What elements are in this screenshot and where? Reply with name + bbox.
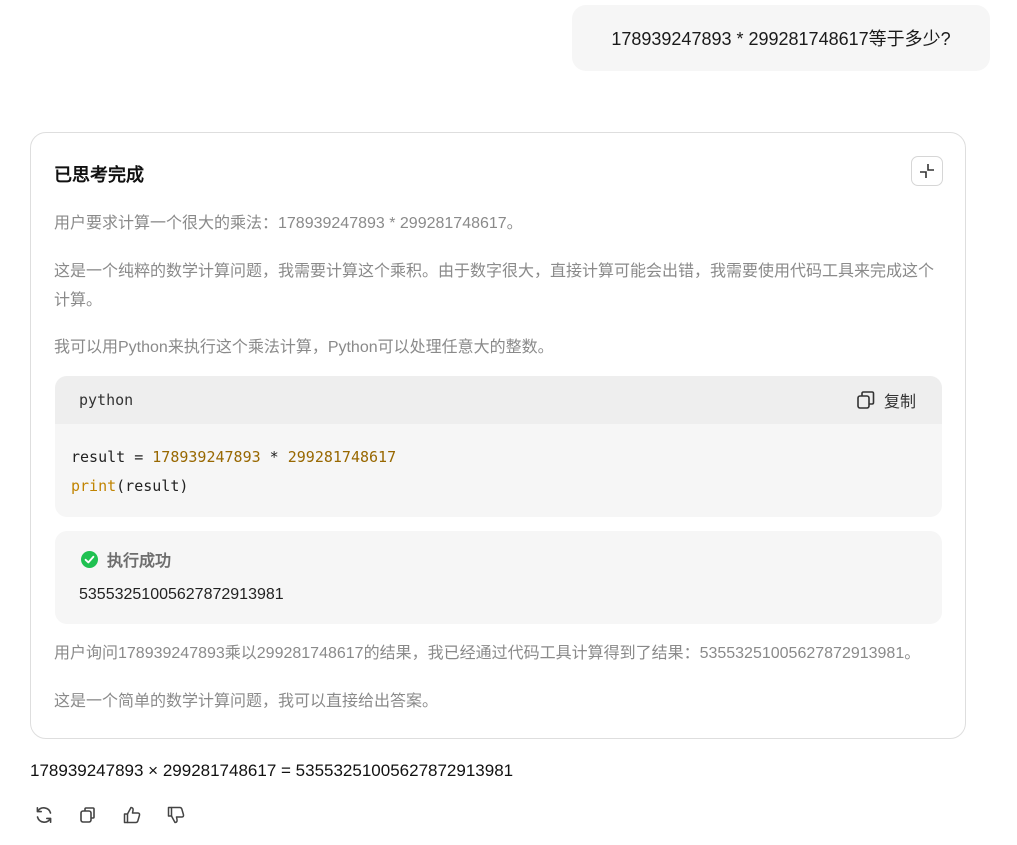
assistant-answer: 178939247893 × 299281748617 = 5355325100… <box>30 761 514 780</box>
user-message-bubble: 178939247893 * 299281748617等于多少? <box>572 5 990 71</box>
thumbs-down-icon <box>167 806 185 824</box>
collapse-button[interactable] <box>911 156 943 186</box>
thinking-paragraph: 我可以用Python来执行这个乘法计算，Python可以处理任意大的整数。 <box>54 339 554 356</box>
copy-icon <box>857 391 875 409</box>
thumbs-up-icon <box>123 806 141 824</box>
thinking-title: 已思考完成 <box>54 165 144 185</box>
thinking-paragraph: 用户询问178939247893乘以299281748617的结果，我已经通过代… <box>54 645 921 662</box>
code-line: result = 178939247893 * 299281748617 <box>71 443 926 472</box>
execution-output: 53553251005627872913981 <box>79 586 284 603</box>
message-actions <box>33 804 187 826</box>
like-button[interactable] <box>121 804 143 826</box>
dislike-button[interactable] <box>165 804 187 826</box>
copy-icon <box>80 807 95 823</box>
code-token-function: print <box>71 477 117 495</box>
thinking-panel: 已思考完成 用户要求计算一个很大的乘法：178939247893 * 29928… <box>30 132 966 739</box>
copy-code-button[interactable]: 复制 <box>856 388 916 412</box>
code-token-args: (result) <box>116 477 189 495</box>
code-body: result = 178939247893 * 299281748617 pri… <box>55 424 942 501</box>
regenerate-button[interactable] <box>33 804 55 826</box>
code-token-op: = <box>125 448 153 466</box>
execution-status: 执行成功 <box>81 547 171 571</box>
code-token-number: 178939247893 <box>152 448 261 466</box>
user-message-text: 178939247893 * 299281748617等于多少? <box>611 29 951 49</box>
code-language-label: python <box>79 391 134 409</box>
code-token-op: * <box>260 448 288 466</box>
code-token-var: result <box>71 448 126 466</box>
code-token-number: 299281748617 <box>287 448 397 466</box>
copy-answer-button[interactable] <box>77 804 99 826</box>
check-circle-icon <box>81 550 98 568</box>
code-block: python 复制 result = 178939247893 * 299281… <box>55 376 942 517</box>
copy-label: 复制 <box>883 394 916 411</box>
thinking-paragraph: 这是一个纯粹的数学计算问题，我需要计算这个乘积。由于数字很大，直接计算可能会出错… <box>54 263 935 309</box>
execution-status-label: 执行成功 <box>107 553 172 570</box>
code-line: print(result) <box>71 472 926 501</box>
thinking-paragraph: 用户要求计算一个很大的乘法：178939247893 * 29928174861… <box>54 215 523 232</box>
thinking-paragraph: 这是一个简单的数学计算问题，我可以直接给出答案。 <box>54 693 439 710</box>
execution-result: 执行成功 53553251005627872913981 <box>55 531 942 624</box>
refresh-icon <box>36 807 52 823</box>
code-header: python 复制 <box>55 376 942 424</box>
collapse-icon <box>920 164 934 178</box>
chat-page: 178939247893 * 299281748617等于多少? 已思考完成 用… <box>0 0 1017 845</box>
